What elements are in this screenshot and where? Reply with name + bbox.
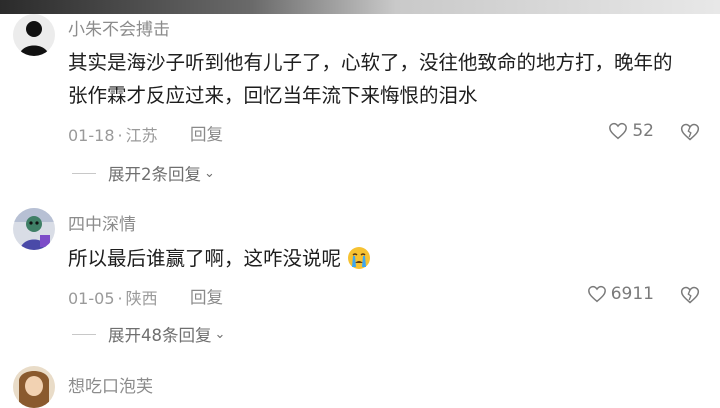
- avatar[interactable]: [13, 208, 55, 250]
- broken-heart-icon[interactable]: [680, 122, 700, 142]
- meta-separator: ·: [117, 126, 123, 145]
- expand-replies[interactable]: 展开2条回复 ⌄: [72, 161, 215, 185]
- comment-text-body: 所以最后谁赢了啊，这咋没说呢: [68, 247, 342, 270]
- divider: [72, 172, 96, 174]
- comment-meta: 01-18 · 江苏: [68, 122, 158, 146]
- like-button[interactable]: 52: [608, 121, 654, 141]
- avatar[interactable]: [13, 366, 55, 408]
- reply-button[interactable]: 回复: [190, 284, 223, 308]
- crying-face-icon: [348, 247, 371, 269]
- comment-location: 陕西: [125, 289, 158, 308]
- username[interactable]: 小朱不会搏击: [68, 15, 170, 40]
- avatar[interactable]: [13, 14, 55, 56]
- divider: [72, 333, 96, 335]
- username[interactable]: 想吃口泡芙: [68, 372, 153, 397]
- like-count: 52: [632, 121, 654, 141]
- like-count: 6911: [610, 284, 654, 304]
- heart-outline-icon: [587, 285, 606, 303]
- reply-button[interactable]: 回复: [190, 121, 223, 145]
- comment-date: 01-18: [68, 126, 115, 145]
- expand-replies[interactable]: 展开48条回复 ⌄: [72, 322, 225, 346]
- comment-date: 01-05: [68, 289, 115, 308]
- broken-heart-icon[interactable]: [680, 285, 700, 305]
- username[interactable]: 四中深情: [68, 210, 136, 235]
- comment-meta: 01-05 · 陕西: [68, 285, 158, 309]
- comment-text: 所以最后谁赢了啊，这咋没说呢: [68, 242, 688, 275]
- meta-separator: ·: [117, 289, 123, 308]
- chevron-down-icon: ⌄: [214, 326, 226, 342]
- expand-replies-label: 展开2条回复: [108, 165, 201, 184]
- video-strip: [0, 0, 720, 14]
- expand-replies-label: 展开48条回复: [108, 326, 212, 345]
- comment-text: 其实是海沙子听到他有儿子了，心软了，没往他致命的地方打，晚年的张作霖才反应过来，…: [68, 51, 673, 107]
- chevron-down-icon: ⌄: [204, 165, 215, 181]
- comment-location: 江苏: [125, 126, 158, 145]
- heart-outline-icon: [609, 122, 628, 140]
- like-button[interactable]: 6911: [587, 284, 654, 304]
